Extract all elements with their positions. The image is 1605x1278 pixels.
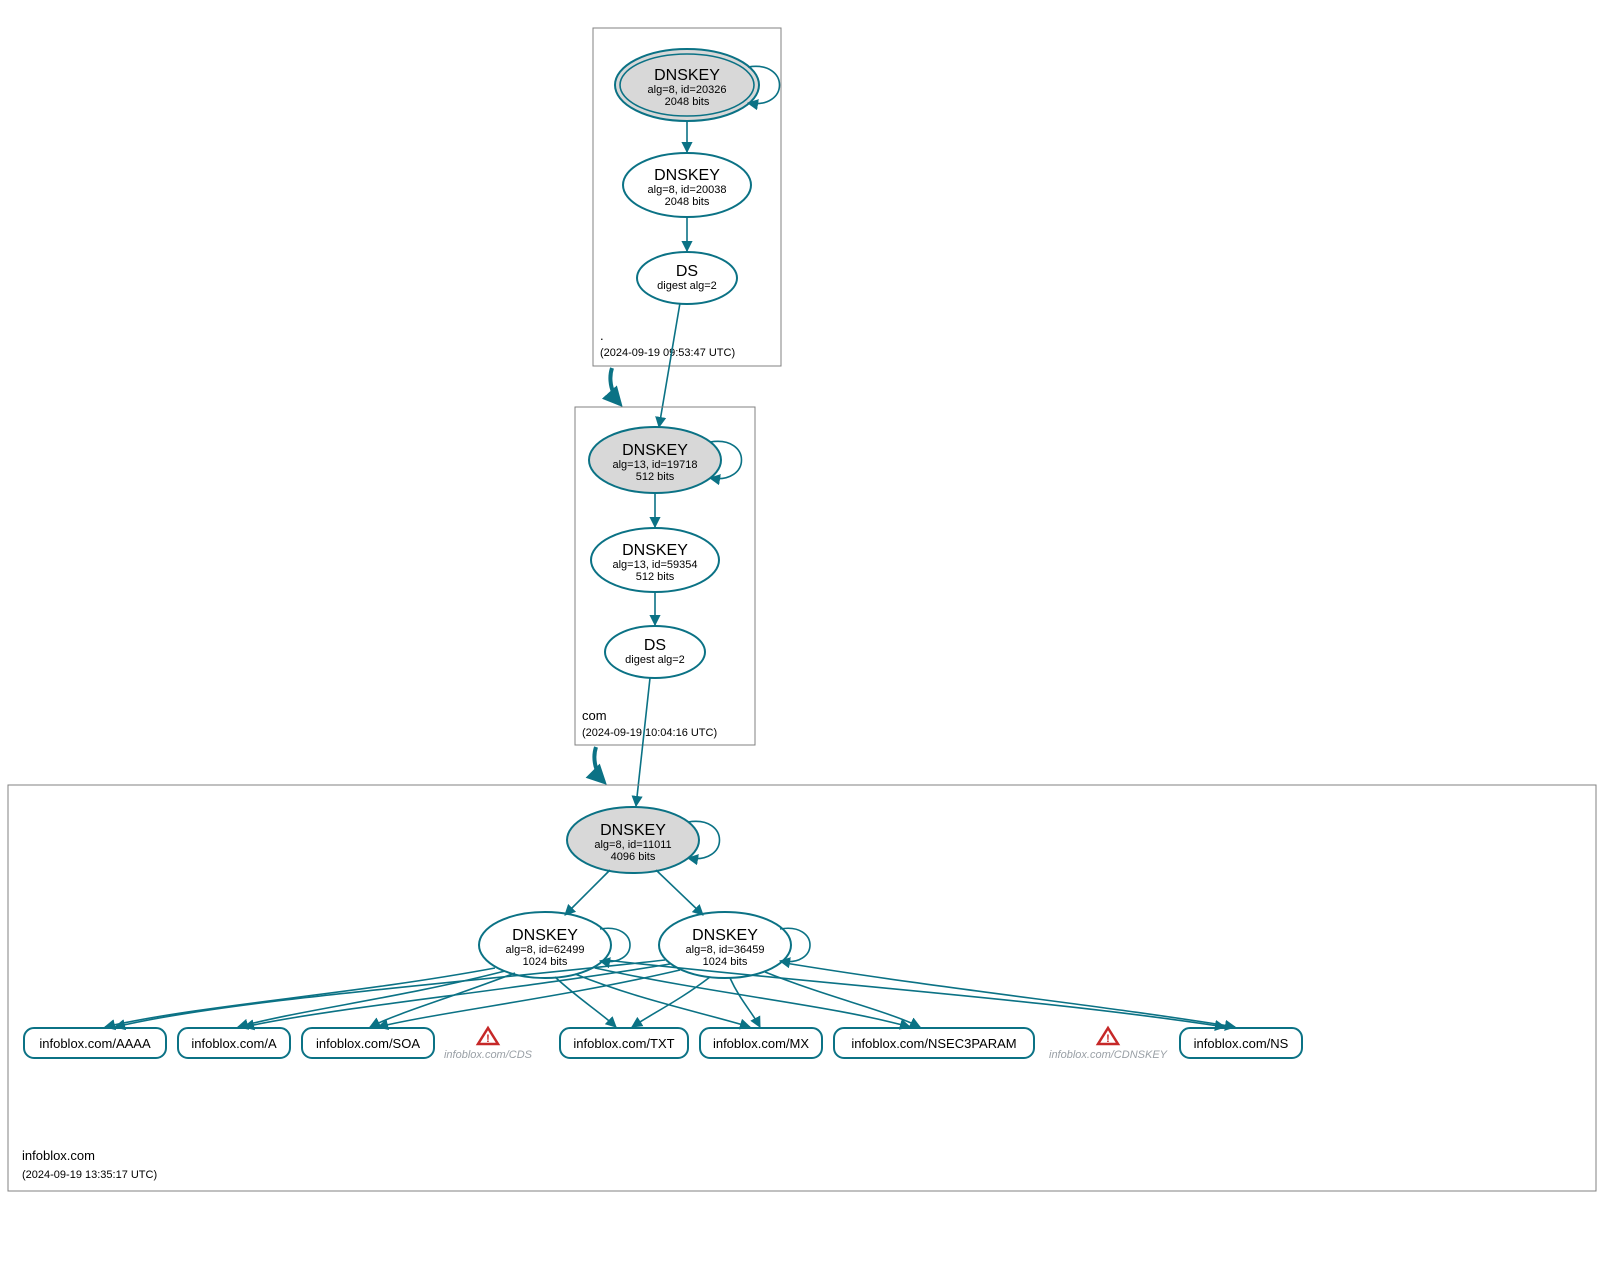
svg-text:2048 bits: 2048 bits [665,196,710,208]
rr-txt: infoblox.com/TXT [560,1028,688,1058]
edge-zsk1-soa [370,973,515,1027]
com-ksk-node: DNSKEY alg=13, id=19718 512 bits [589,427,721,493]
edge-ksk-zsk1 [565,870,610,915]
edge-root-ds-to-com-ksk [659,303,680,427]
edge-zsk2-ns [785,963,1235,1027]
domain-zone-label: infoblox.com [22,1148,95,1163]
rr-mx: infoblox.com/MX [700,1028,822,1058]
svg-text:infoblox.com/MX: infoblox.com/MX [713,1036,809,1051]
svg-text:alg=8, id=20326: alg=8, id=20326 [648,84,727,96]
svg-text:DS: DS [644,637,666,654]
edge-com-to-domain-zone [594,747,604,782]
zone-com: com (2024-09-19 10:04:16 UTC) DNSKEY alg… [575,407,755,745]
svg-text:infoblox.com/CDS: infoblox.com/CDS [444,1049,533,1061]
edge-zsk2-mx [730,978,760,1027]
domain-zone-timestamp: (2024-09-19 13:35:17 UTC) [22,1169,157,1181]
root-zone-label: . [600,328,604,343]
svg-text:infoblox.com/CDNSKEY: infoblox.com/CDNSKEY [1049,1049,1168,1061]
edge-com-ds-to-domain-ksk [636,678,650,806]
svg-text:DNSKEY: DNSKEY [654,167,720,184]
svg-text:DNSKEY: DNSKEY [622,542,688,559]
svg-text:!: ! [1106,1033,1110,1045]
rr-ns: infoblox.com/NS [1180,1028,1302,1058]
svg-text:infoblox.com/TXT: infoblox.com/TXT [573,1036,674,1051]
edge-root-to-com-zone [610,368,620,404]
edge-ksk-zsk2 [656,870,703,915]
domain-ksk-node: DNSKEY alg=8, id=11011 4096 bits [567,807,699,873]
svg-text:infoblox.com/NSEC3PARAM: infoblox.com/NSEC3PARAM [851,1036,1016,1051]
svg-text:infoblox.com/AAAA: infoblox.com/AAAA [39,1036,151,1051]
svg-text:4096 bits: 4096 bits [611,851,656,863]
edge-zsk2-txt [632,977,710,1027]
svg-text:alg=8, id=20038: alg=8, id=20038 [648,184,727,196]
rr-a: infoblox.com/A [178,1028,290,1058]
svg-text:DNSKEY: DNSKEY [600,822,666,839]
rr-soa: infoblox.com/SOA [302,1028,434,1058]
svg-text:infoblox.com/NS: infoblox.com/NS [1194,1036,1289,1051]
zone-domain: infoblox.com (2024-09-19 13:35:17 UTC) D… [8,785,1596,1191]
svg-text:2048 bits: 2048 bits [665,96,710,108]
rr-aaaa: infoblox.com/AAAA [24,1028,166,1058]
root-zsk-node: DNSKEY alg=8, id=20038 2048 bits [623,153,751,217]
rr-nsec3param: infoblox.com/NSEC3PARAM [834,1028,1034,1058]
root-ds-node: DS digest alg=2 [637,252,737,304]
com-zsk-node: DNSKEY alg=13, id=59354 512 bits [591,528,719,592]
zone-root: . (2024-09-19 09:53:47 UTC) DNSKEY alg=8… [593,28,781,366]
com-zone-timestamp: (2024-09-19 10:04:16 UTC) [582,727,717,739]
com-ds-node: DS digest alg=2 [605,626,705,678]
svg-text:alg=8, id=62499: alg=8, id=62499 [506,944,585,956]
svg-text:DS: DS [676,263,698,280]
svg-text:infoblox.com/SOA: infoblox.com/SOA [316,1036,420,1051]
root-zone-timestamp: (2024-09-19 09:53:47 UTC) [600,347,735,359]
edge-zsk1-txt [555,977,616,1027]
edge-zsk1-ns [605,960,1225,1027]
svg-text:512 bits: 512 bits [636,571,675,583]
svg-text:alg=13, id=59354: alg=13, id=59354 [612,559,697,571]
svg-text:infoblox.com/A: infoblox.com/A [191,1036,277,1051]
svg-text:alg=8, id=11011: alg=8, id=11011 [594,839,671,851]
svg-text:1024 bits: 1024 bits [523,956,568,968]
warn-cdnskey: ! infoblox.com/CDNSKEY [1049,1028,1168,1061]
svg-text:digest alg=2: digest alg=2 [657,280,717,292]
com-zone-label: com [582,708,607,723]
svg-text:512 bits: 512 bits [636,471,675,483]
svg-text:DNSKEY: DNSKEY [654,67,720,84]
svg-text:alg=8, id=36459: alg=8, id=36459 [686,944,765,956]
svg-text:DNSKEY: DNSKEY [622,442,688,459]
svg-text:digest alg=2: digest alg=2 [625,654,685,666]
warn-cds: ! infoblox.com/CDS [444,1028,533,1061]
root-ksk-node: DNSKEY alg=8, id=20326 2048 bits [615,49,759,121]
svg-text:DNSKEY: DNSKEY [512,927,578,944]
svg-text:!: ! [486,1033,490,1045]
svg-text:1024 bits: 1024 bits [703,956,748,968]
svg-text:alg=13, id=19718: alg=13, id=19718 [612,459,697,471]
svg-text:DNSKEY: DNSKEY [692,927,758,944]
